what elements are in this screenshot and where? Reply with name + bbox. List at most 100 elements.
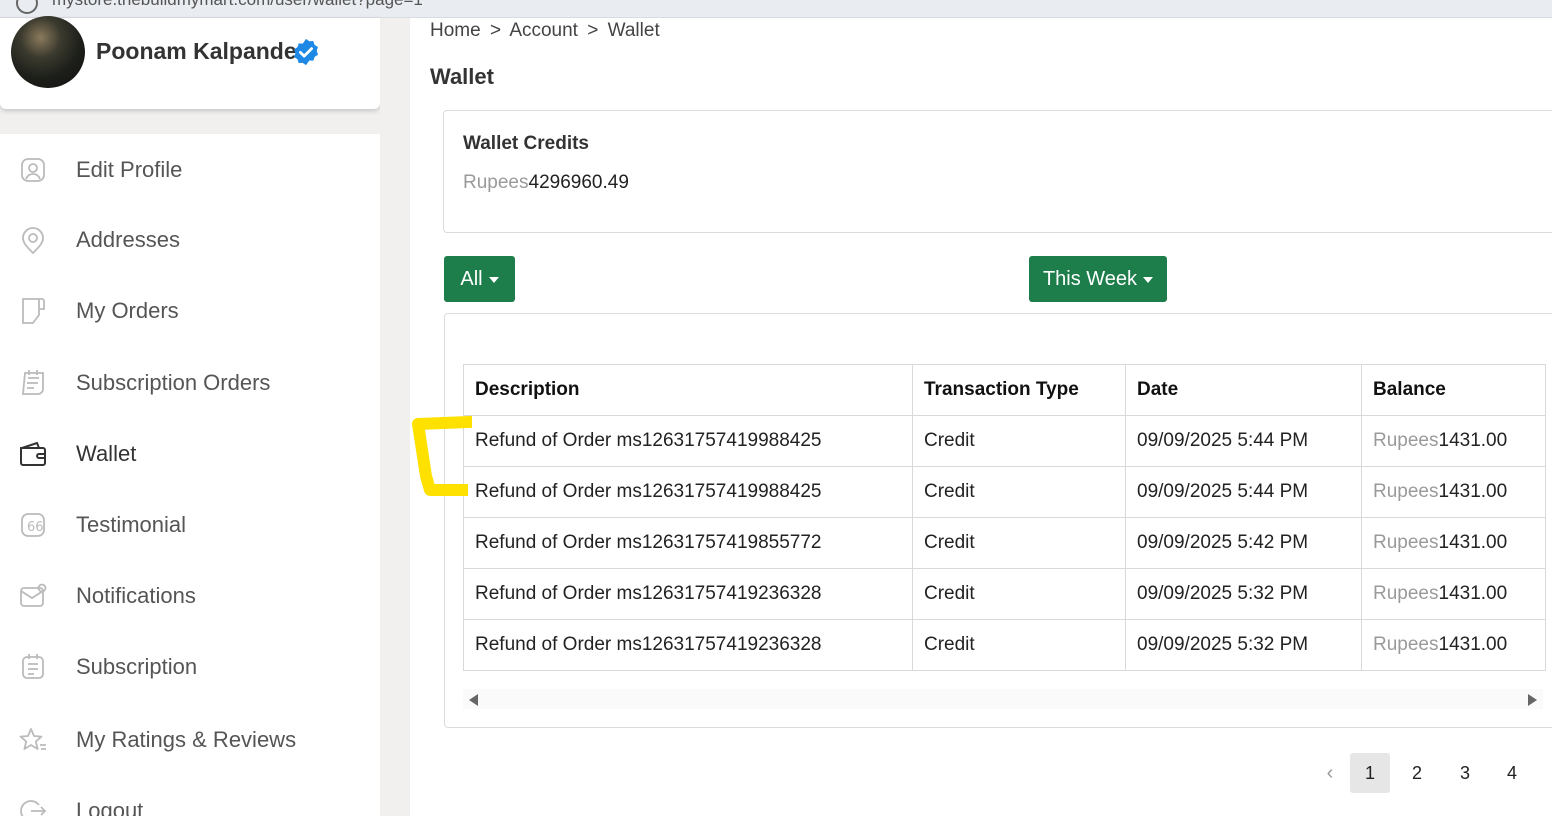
- browser-url-bar[interactable]: mystore.thebuildmymart.com/user/wallet?p…: [0, 0, 1552, 18]
- cell-type: Credit: [912, 619, 1126, 671]
- sidebar-item-edit-profile[interactable]: Edit Profile: [0, 145, 380, 195]
- url-text[interactable]: mystore.thebuildmymart.com/user/wallet?p…: [52, 0, 423, 10]
- balance-amount: 1431.00: [1438, 583, 1508, 604]
- cell-balance: Rupees1431.00: [1361, 517, 1546, 569]
- pagination-page-2[interactable]: 2: [1397, 753, 1437, 793]
- subscription-icon: [17, 651, 49, 683]
- cell-description: Refund of Order ms12631757419988425: [463, 415, 913, 467]
- cell-type: Credit: [912, 568, 1126, 620]
- currency-label: Rupees: [1373, 532, 1439, 553]
- sidebar-item-logout[interactable]: Logout: [0, 786, 380, 816]
- transaction-type-filter-dropdown[interactable]: All: [444, 256, 515, 302]
- column-header-balance: Balance: [1361, 364, 1546, 416]
- sidebar-item-label: Logout: [76, 798, 144, 816]
- table-row: Refund of Order ms12631757419988425 Cred…: [463, 466, 1546, 518]
- cell-date: 09/09/2025 5:32 PM: [1125, 568, 1362, 620]
- caret-down-icon: [488, 277, 499, 283]
- subscription-orders-icon: [17, 367, 49, 399]
- balance-amount: 1431.00: [1438, 430, 1508, 451]
- page-title: Wallet: [430, 64, 494, 89]
- user-icon: [17, 154, 49, 186]
- currency-label: Rupees: [1373, 634, 1439, 655]
- scroll-right-arrow-icon[interactable]: [1528, 694, 1537, 706]
- sidebar-item-label: Edit Profile: [76, 157, 183, 182]
- sidebar-item-my-orders[interactable]: My Orders: [0, 286, 380, 336]
- cell-balance: Rupees1431.00: [1361, 466, 1546, 518]
- pagination-prev-button[interactable]: ‹: [1310, 753, 1350, 793]
- breadcrumb-separator: >: [489, 20, 502, 41]
- pagination-page-3[interactable]: 3: [1445, 753, 1485, 793]
- balance-amount: 1431.00: [1438, 634, 1508, 655]
- main-content: Home > Account > Wallet Wallet Wallet Cr…: [410, 18, 1552, 816]
- cell-type: Credit: [912, 466, 1126, 518]
- avatar[interactable]: [11, 16, 85, 88]
- cell-description: Refund of Order ms12631757419988425: [463, 466, 913, 518]
- sidebar-item-notifications[interactable]: Notifications: [0, 571, 380, 621]
- orders-icon: [17, 295, 49, 327]
- sidebar-item-label: Wallet: [76, 441, 137, 466]
- table-row: Refund of Order ms12631757419236328 Cred…: [463, 568, 1546, 620]
- caret-down-icon: [1143, 277, 1154, 283]
- wallet-credits-amount: 4296960.49: [528, 172, 629, 193]
- sidebar-item-addresses[interactable]: Addresses: [0, 215, 380, 265]
- sidebar-item-subscription-orders[interactable]: Subscription Orders: [0, 358, 380, 408]
- site-info-icon[interactable]: [16, 0, 38, 14]
- filter-label: All: [460, 267, 483, 290]
- cell-type: Credit: [912, 415, 1126, 467]
- period-filter-dropdown[interactable]: This Week: [1029, 256, 1167, 302]
- table-row: Refund of Order ms12631757419236328 Cred…: [463, 619, 1546, 671]
- sidebar-item-label: My Orders: [76, 298, 179, 323]
- star-icon: [17, 724, 49, 756]
- sidebar-item-label: Addresses: [76, 227, 180, 252]
- cell-balance: Rupees1431.00: [1361, 568, 1546, 620]
- layout-gap: [380, 18, 410, 816]
- sidebar-item-ratings-reviews[interactable]: My Ratings & Reviews: [0, 715, 380, 765]
- currency-label: Rupees: [1373, 430, 1439, 451]
- balance-amount: 1431.00: [1438, 532, 1508, 553]
- currency-label: Rupees: [463, 172, 529, 193]
- horizontal-scrollbar[interactable]: [463, 689, 1543, 709]
- cell-date: 09/09/2025 5:32 PM: [1125, 619, 1362, 671]
- sidebar-item-label: Subscription Orders: [76, 370, 271, 395]
- sidebar-item-testimonial[interactable]: 66 Testimonial: [0, 500, 380, 550]
- quote-icon: 66: [17, 509, 49, 541]
- sidebar-item-label: Subscription: [76, 654, 198, 679]
- svg-text:66: 66: [27, 520, 44, 535]
- wallet-credits-title: Wallet Credits: [463, 133, 589, 154]
- notification-icon: [17, 580, 49, 612]
- cell-date: 09/09/2025 5:42 PM: [1125, 517, 1362, 569]
- breadcrumb-wallet: Wallet: [607, 20, 660, 41]
- profile-name: Poonam Kalpande: [96, 38, 297, 64]
- cell-type: Credit: [912, 517, 1126, 569]
- profile-card: Poonam Kalpande: [0, 16, 380, 109]
- wallet-credits-card: Wallet Credits Rupees4296960.49: [443, 110, 1552, 233]
- wallet-credits-value: Rupees4296960.49: [463, 172, 629, 194]
- transactions-table: Description Transaction Type Date Balanc…: [463, 364, 1546, 671]
- sidebar-menu: Edit Profile Addresses My Orders Subscri…: [0, 134, 380, 816]
- verified-badge-icon: [294, 38, 318, 66]
- filter-label: This Week: [1042, 267, 1138, 290]
- table-header-row: Description Transaction Type Date Balanc…: [463, 364, 1546, 416]
- cell-date: 09/09/2025 5:44 PM: [1125, 415, 1362, 467]
- table-row: Refund of Order ms12631757419855772 Cred…: [463, 517, 1546, 569]
- breadcrumb-home[interactable]: Home: [430, 20, 481, 41]
- breadcrumb-account[interactable]: Account: [509, 20, 578, 41]
- breadcrumb-separator: >: [587, 20, 599, 41]
- cell-description: Refund of Order ms12631757419236328: [463, 619, 913, 671]
- cell-description: Refund of Order ms12631757419855772: [463, 517, 913, 569]
- sidebar-item-wallet[interactable]: Wallet: [0, 429, 380, 479]
- sidebar-item-label: Testimonial: [76, 512, 187, 537]
- sidebar-item-subscription[interactable]: Subscription: [0, 642, 380, 692]
- cell-date: 09/09/2025 5:44 PM: [1125, 466, 1362, 518]
- scroll-left-arrow-icon[interactable]: [469, 694, 478, 706]
- currency-label: Rupees: [1373, 481, 1439, 502]
- transactions-card: Description Transaction Type Date Balanc…: [444, 313, 1552, 728]
- column-header-date: Date: [1125, 364, 1362, 416]
- currency-label: Rupees: [1373, 583, 1439, 604]
- pagination-page-4[interactable]: 4: [1492, 753, 1532, 793]
- cell-description: Refund of Order ms12631757419236328: [463, 568, 913, 620]
- location-pin-icon: [17, 224, 49, 256]
- sidebar-item-label: My Ratings & Reviews: [76, 727, 297, 752]
- balance-amount: 1431.00: [1438, 481, 1508, 502]
- pagination-page-1[interactable]: 1: [1350, 753, 1390, 793]
